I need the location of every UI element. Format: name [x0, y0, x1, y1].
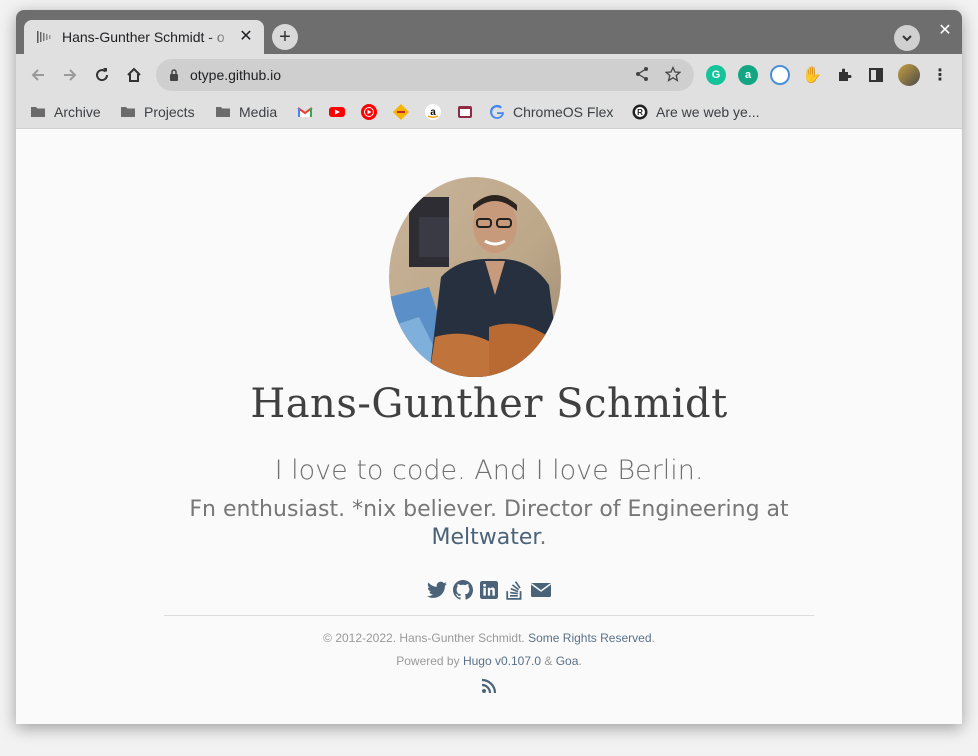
- new-tab-button[interactable]: +: [272, 24, 298, 50]
- email-icon[interactable]: [530, 579, 552, 601]
- page-title: Hans-Gunther Schmidt: [250, 381, 728, 427]
- copyright-text: © 2012-2022. Hans-Gunther Schmidt.: [323, 631, 525, 645]
- amazon-icon[interactable]: a: [425, 104, 441, 120]
- home-button[interactable]: [122, 63, 146, 87]
- bio-end: .: [539, 525, 547, 550]
- footer-end: .: [578, 654, 582, 668]
- puzzle-extensions-icon[interactable]: [834, 65, 854, 85]
- rust-icon: R: [632, 104, 648, 120]
- bookmark-star-icon[interactable]: [665, 66, 681, 82]
- bookmarks-bar: Archive Projects Media a ChromeOS Flex R…: [16, 96, 962, 129]
- diamond-bookmark-icon[interactable]: [393, 104, 409, 120]
- bookmark-label: Are we web ye...: [656, 104, 760, 120]
- url-text: otype.github.io: [190, 67, 282, 83]
- bio: Fn enthusiast. *nix believer. Director o…: [186, 496, 792, 552]
- amazon-assistant-extension-icon[interactable]: a: [738, 65, 758, 85]
- lock-icon: [170, 69, 178, 81]
- bookmark-archive[interactable]: Archive: [30, 96, 101, 128]
- browser-toolbar: otype.github.io G a ✋ ⋮: [16, 54, 962, 96]
- tagline: I love to code. And I love Berlin.: [274, 455, 704, 486]
- browser-window: Hans-Gunther Schmidt - o ✕ + ✕ otype.git…: [16, 10, 962, 724]
- bio-text: Fn enthusiast. *nix believer. Director o…: [189, 497, 789, 522]
- rights-end: .: [651, 631, 655, 645]
- folder-icon: [121, 107, 135, 117]
- tab-title: Hans-Gunther Schmidt - o: [62, 29, 225, 45]
- bookmark-chromeos-flex[interactable]: ChromeOS Flex: [489, 96, 613, 128]
- twitter-icon[interactable]: [426, 579, 448, 601]
- social-links: [16, 579, 962, 601]
- footer-powered: Powered by Hugo v0.107.0 & Goa.: [16, 654, 962, 668]
- reload-button[interactable]: [90, 63, 114, 87]
- window-close-button[interactable]: ✕: [936, 22, 954, 40]
- gmail-icon[interactable]: [297, 104, 313, 120]
- side-panel-icon[interactable]: [866, 65, 886, 85]
- share-icon[interactable]: [634, 66, 650, 82]
- tab-close-icon[interactable]: ✕: [238, 29, 254, 45]
- bookmark-label: Media: [239, 104, 278, 120]
- youtube-music-icon[interactable]: [361, 104, 377, 120]
- github-icon[interactable]: [452, 579, 474, 601]
- gnome-extension-icon[interactable]: ✋: [802, 65, 822, 85]
- menu-dots-icon[interactable]: ⋮: [930, 65, 950, 85]
- bookmark-are-we-web-yet[interactable]: R Are we web ye...: [632, 96, 760, 128]
- stackoverflow-icon[interactable]: [504, 579, 526, 601]
- bookmark-label: ChromeOS Flex: [513, 104, 614, 120]
- address-bar[interactable]: otype.github.io: [156, 59, 694, 91]
- svg-text:R: R: [637, 108, 643, 117]
- hugo-link[interactable]: Hugo v0.107.0: [463, 654, 541, 668]
- tab-search-button[interactable]: [894, 25, 920, 51]
- grammarly-extension-icon[interactable]: G: [706, 65, 726, 85]
- youtube-icon[interactable]: [329, 104, 345, 120]
- rights-link[interactable]: Some Rights Reserved: [528, 631, 651, 645]
- calendar-bookmark-icon[interactable]: [457, 104, 473, 120]
- powered-text: Powered by: [396, 654, 460, 668]
- reload-icon: [96, 68, 109, 82]
- bookmark-label: Archive: [54, 104, 101, 120]
- bookmark-projects[interactable]: Projects: [120, 96, 195, 128]
- folder-icon: [216, 107, 230, 117]
- theme-link[interactable]: Goa: [556, 654, 579, 668]
- arrow-right-icon: [64, 69, 77, 81]
- linkedin-icon[interactable]: [478, 579, 500, 601]
- back-button[interactable]: [26, 63, 50, 87]
- profile-avatar[interactable]: [898, 64, 920, 86]
- google-icon: [490, 104, 504, 119]
- tab-strip: Hans-Gunther Schmidt - o ✕ + ✕: [16, 10, 962, 54]
- forward-button[interactable]: [58, 63, 82, 87]
- meltwater-link[interactable]: Meltwater: [432, 525, 540, 550]
- rss-icon[interactable]: [481, 678, 497, 694]
- divider: [164, 615, 814, 616]
- bookmark-media[interactable]: Media: [215, 96, 277, 128]
- amp-text: &: [544, 654, 553, 668]
- footer-copyright: © 2012-2022. Hans-Gunther Schmidt. Some …: [16, 631, 962, 645]
- password-extension-icon[interactable]: [770, 65, 790, 85]
- arrow-left-icon: [31, 69, 44, 81]
- chevron-down-icon: [902, 35, 912, 42]
- profile-photo: [389, 177, 561, 377]
- bookmark-label: Projects: [144, 104, 195, 120]
- page-content: Hans-Gunther Schmidt I love to code. And…: [16, 129, 962, 724]
- home-icon: [127, 67, 141, 82]
- site-favicon-icon: [37, 31, 51, 43]
- profile-photo-image: [389, 177, 561, 377]
- folder-icon: [31, 107, 45, 117]
- active-tab[interactable]: Hans-Gunther Schmidt - o ✕: [24, 20, 264, 54]
